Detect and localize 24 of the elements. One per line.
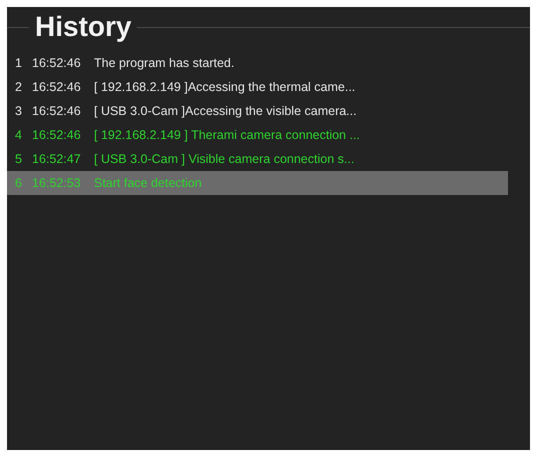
- log-row[interactable]: 5 16:52:47 [ USB 3.0-Cam ] Visible camera connection s...: [7, 147, 508, 171]
- log-time: 16:52:46: [32, 126, 82, 144]
- log-row[interactable]: 4 16:52:46 [ 192.168.2.149 ] Therami camera connection ...: [7, 123, 508, 147]
- log-message: [ 192.168.2.149 ] Therami camera connection ...: [94, 126, 360, 144]
- log-time: 16:52:46: [32, 54, 82, 72]
- panel-title: History: [34, 13, 132, 41]
- log-time: 16:52:47: [32, 150, 82, 168]
- log-message: [ 192.168.2.149 ]Accessing the thermal came...: [94, 78, 356, 96]
- row-number: 3: [14, 102, 23, 120]
- log-message: [ USB 3.0-Cam ] Visible camera connection s...: [94, 150, 354, 168]
- row-number: 5: [14, 150, 23, 168]
- log-time: 16:52:53: [32, 174, 82, 192]
- row-number: 4: [14, 126, 23, 144]
- log-time: 16:52:46: [32, 102, 82, 120]
- log-row[interactable]: 3 16:52:46 [ USB 3.0-Cam ]Accessing the visible camera...: [7, 99, 508, 123]
- row-number: 6: [14, 174, 23, 192]
- log-time: 16:52:46: [32, 78, 82, 96]
- log-message: The program has started.: [94, 54, 234, 72]
- log-message: [ USB 3.0-Cam ]Accessing the visible camera...: [94, 102, 357, 120]
- log-row[interactable]: 1 16:52:46 The program has started.: [7, 51, 508, 75]
- log-row[interactable]: 2 16:52:46 [ 192.168.2.149 ]Accessing the thermal came...: [7, 75, 508, 99]
- row-number: 2: [14, 78, 23, 96]
- log-message: Start face detection: [94, 174, 202, 192]
- row-number: 1: [14, 54, 23, 72]
